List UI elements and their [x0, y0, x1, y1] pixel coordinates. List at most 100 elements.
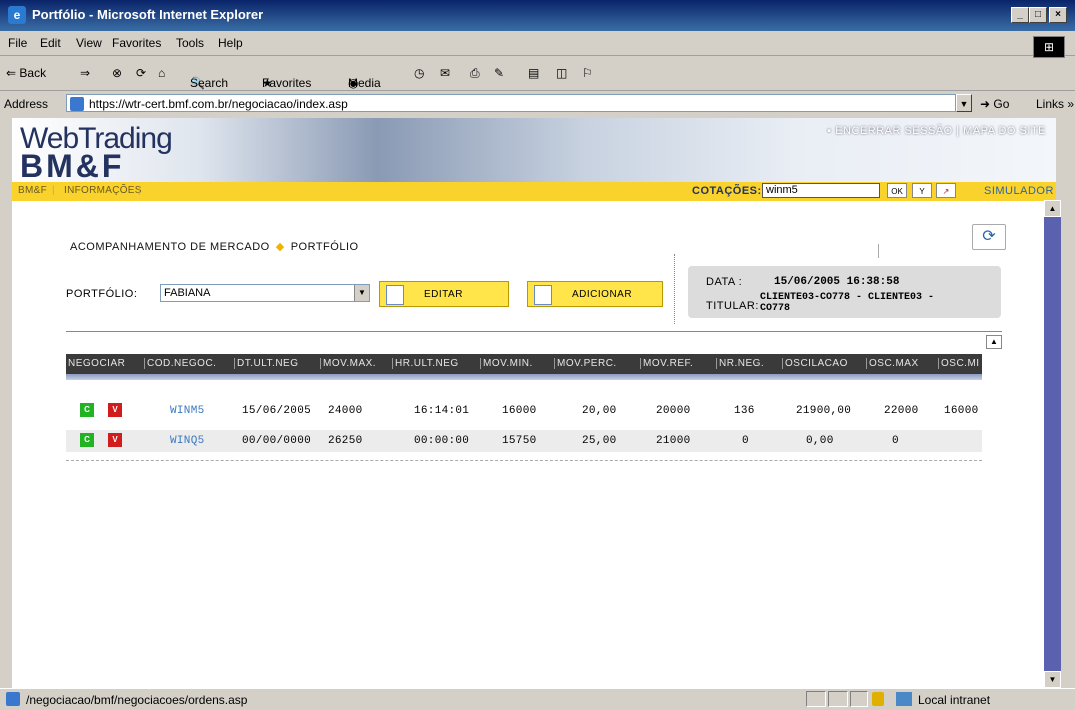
window-titlebar: e Portfólio - Microsoft Internet Explore… — [0, 0, 1075, 31]
cell-osc-max: 0 — [892, 435, 899, 447]
cell-hr-ult-neg: 00:00:00 — [414, 435, 470, 447]
menu-file[interactable]: File — [8, 36, 27, 50]
grid-scroll-up-button[interactable]: ▲ — [986, 335, 1002, 349]
go-label: Go — [993, 97, 1010, 111]
quotes-input[interactable]: winm5 — [762, 183, 880, 198]
menu-bar: File Edit View Favorites Tools Help ⊞ — [0, 31, 1075, 58]
page-scrollbar[interactable]: ▲ ▼ — [1044, 200, 1061, 688]
links-label: Links — [1036, 97, 1065, 111]
refresh-icon[interactable]: ⟳ — [136, 66, 146, 80]
simulador-link[interactable]: SIMULADOR — [984, 185, 1054, 197]
stop-icon[interactable]: ⊗ — [112, 66, 122, 80]
sell-button[interactable]: V — [108, 403, 122, 417]
discuss-icon[interactable]: ▤ — [528, 66, 539, 80]
sell-button[interactable]: V — [108, 433, 122, 447]
col-oscilacao[interactable]: OSCILACAO — [782, 358, 848, 369]
session-links[interactable]: ▪ ENCERRAR SESSÃO | MAPA DO SITE — [827, 125, 1046, 137]
date-label: DATA : — [706, 276, 743, 288]
cell-mov-min: 15750 — [502, 435, 537, 447]
windows-logo-icon: ⊞ — [1033, 36, 1065, 58]
col-mov-perc[interactable]: MOV.PERC. — [554, 358, 617, 369]
security-zone[interactable]: Local intranet — [918, 693, 990, 707]
page-icon — [6, 692, 20, 706]
col-mov-ref[interactable]: MOV.REF. — [640, 358, 693, 369]
research-icon[interactable]: ⚐ — [582, 66, 593, 80]
address-bar: Address https://wtr-cert.bmf.com.br/nego… — [0, 91, 1075, 117]
col-mov-max[interactable]: MOV.MAX. — [320, 358, 376, 369]
home-icon[interactable]: ⌂ — [158, 66, 165, 80]
address-label: Address — [4, 97, 49, 111]
filter-icon[interactable]: Y — [912, 183, 932, 198]
close-button[interactable]: × — [1049, 7, 1067, 23]
print-icon[interactable]: ⎙ — [470, 66, 480, 81]
intranet-zone-icon — [896, 692, 912, 706]
col-hr-ult-neg[interactable]: HR.ULT.NEG — [392, 358, 459, 369]
quotes-ok-button[interactable]: OK — [887, 183, 907, 198]
menu-favorites[interactable]: Favorites — [112, 36, 161, 50]
forward-button[interactable]: ⇒ — [80, 66, 90, 80]
minimize-button[interactable]: _ — [1011, 7, 1029, 23]
scroll-up-icon[interactable]: ▲ — [1044, 200, 1061, 217]
add-button[interactable]: ADICIONAR — [527, 281, 663, 307]
maximize-button[interactable]: □ — [1029, 7, 1047, 23]
links-button[interactable]: Links » — [1036, 97, 1074, 111]
history-icon[interactable]: ◷ — [414, 66, 424, 80]
col-osc-max[interactable]: OSC.MAX — [866, 358, 919, 369]
nav-informacoes[interactable]: INFORMAÇÕES — [64, 185, 142, 196]
col-osc-min[interactable]: OSC.MI — [938, 358, 980, 369]
scroll-down-icon[interactable]: ▼ — [1044, 671, 1061, 688]
cell-osc-max: 22000 — [884, 405, 919, 417]
info-box: DATA : 15/06/2005 16:38:58 TITULAR: CLIE… — [688, 266, 1001, 318]
buy-button[interactable]: C — [80, 403, 94, 417]
col-cod-negoc[interactable]: COD.NEGOC. — [144, 358, 216, 369]
edit-icon — [386, 285, 404, 305]
asset-code-link[interactable]: WINM5 — [170, 405, 205, 417]
nav-bmf[interactable]: BM&F — [18, 185, 47, 196]
cell-dt-ult-neg: 00/00/0000 — [242, 435, 312, 447]
col-negociar[interactable]: NEGOCIAR — [66, 358, 125, 369]
cell-nr-neg: 136 — [734, 405, 755, 417]
breadcrumb: ACOMPANHAMENTO DE MERCADO ◆ PORTFÓLIO — [70, 240, 359, 253]
mail-icon[interactable]: ✉ — [440, 66, 450, 80]
address-url: https://wtr-cert.bmf.com.br/negociacao/i… — [89, 97, 348, 111]
portfolio-selected: FABIANA — [164, 287, 211, 299]
col-mov-min[interactable]: MOV.MIN. — [480, 358, 533, 369]
portfolio-select[interactable]: FABIANA ▼ — [160, 284, 370, 302]
menu-tools[interactable]: Tools — [176, 36, 204, 50]
menu-help[interactable]: Help — [218, 36, 243, 50]
col-nr-neg[interactable]: NR.NEG. — [716, 358, 764, 369]
breadcrumb-market[interactable]: ACOMPANHAMENTO DE MERCADO — [70, 241, 270, 253]
cell-osc-min: 16000 — [944, 405, 979, 417]
cell-mov-max: 24000 — [328, 405, 363, 417]
cell-mov-perc: 25,00 — [582, 435, 617, 447]
col-dt-ult-neg[interactable]: DT.ULT.NEG — [234, 358, 299, 369]
edit-icon[interactable]: ✎ — [494, 66, 504, 80]
grid-bottom-border — [66, 460, 982, 461]
cell-mov-ref: 20000 — [656, 405, 691, 417]
address-dropdown-button[interactable]: ▼ — [956, 94, 972, 112]
chevron-down-icon[interactable]: ▼ — [354, 285, 369, 301]
breadcrumb-portfolio: PORTFÓLIO — [290, 241, 359, 253]
go-button[interactable]: ➜ Go — [980, 97, 1009, 111]
refresh-portfolio-button[interactable]: ⟳ — [972, 224, 1006, 250]
back-button[interactable]: ⇐ Back — [6, 66, 46, 80]
messenger-icon[interactable]: ◫ — [556, 66, 567, 80]
toolbar: ⇐ Back ⇒ ⊗ ⟳ ⌂ 🔍 Search ★ Favorites ◉ Me… — [0, 56, 1075, 91]
session-links-text[interactable]: ENCERRAR SESSÃO | MAPA DO SITE — [835, 125, 1046, 137]
cell-mov-ref: 21000 — [656, 435, 691, 447]
status-text: /negociacao/bmf/negociacoes/ordens.asp — [26, 693, 248, 707]
address-input[interactable]: https://wtr-cert.bmf.com.br/negociacao/i… — [66, 94, 956, 112]
edit-button[interactable]: EDITAR — [379, 281, 509, 307]
grid-header-underline — [66, 374, 982, 380]
menu-edit[interactable]: Edit — [40, 36, 61, 50]
nav-separator: | — [52, 185, 55, 196]
lock-icon[interactable] — [872, 692, 884, 706]
nav-bar: BM&F | INFORMAÇÕES | COTAÇÕES: winm5 OK … — [12, 182, 1056, 201]
portfolio-label: PORTFÓLIO: — [66, 288, 138, 300]
banner: WebTrading BM&F ▪ ENCERRAR SESSÃO | MAPA… — [12, 118, 1056, 184]
chart-icon[interactable]: ↗ — [936, 183, 956, 198]
page-content: WebTrading BM&F ▪ ENCERRAR SESSÃO | MAPA… — [12, 118, 1056, 688]
asset-code-link[interactable]: WINQ5 — [170, 435, 205, 447]
buy-button[interactable]: C — [80, 433, 94, 447]
menu-view[interactable]: View — [76, 36, 102, 50]
